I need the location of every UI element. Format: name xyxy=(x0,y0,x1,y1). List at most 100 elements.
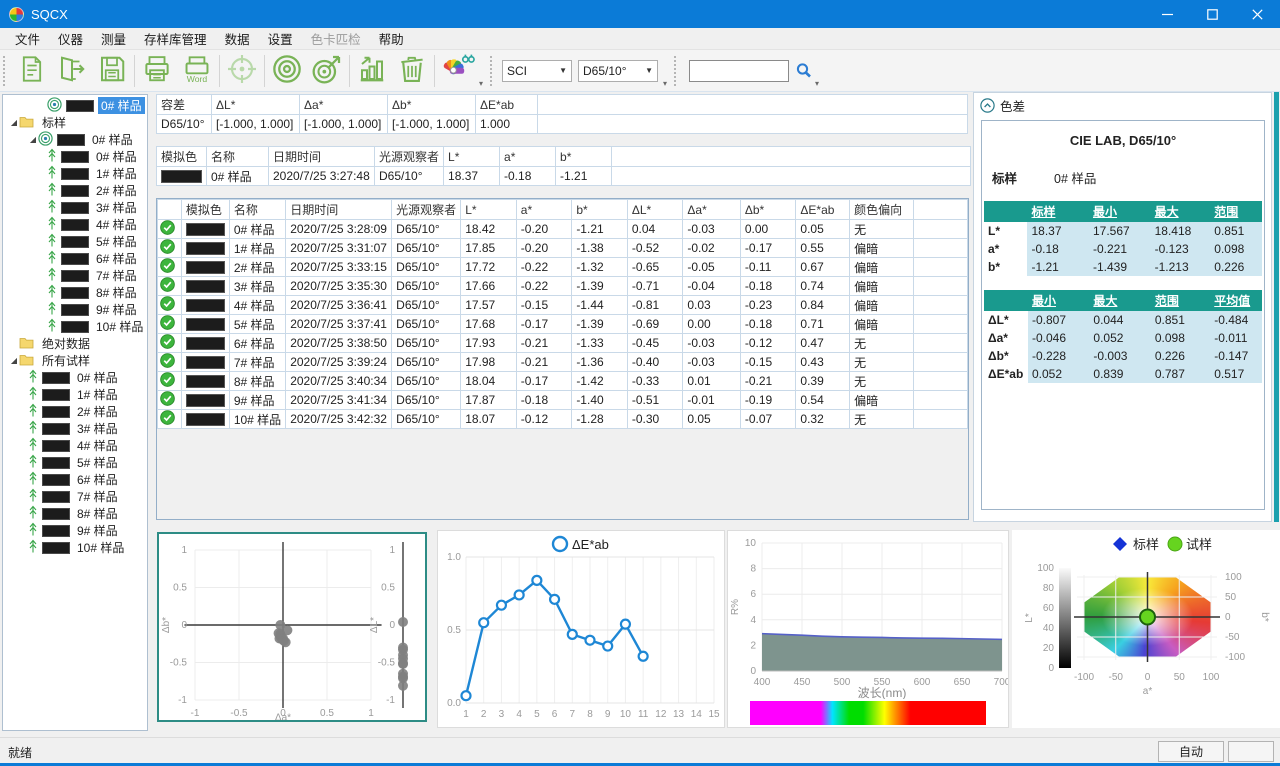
lab-stats-table-cell: L* xyxy=(984,222,1027,240)
menu-item-7[interactable]: 帮助 xyxy=(370,27,413,50)
toolbar-gripper[interactable] xyxy=(3,56,9,86)
svg-text:20: 20 xyxy=(1043,643,1055,654)
tree-item-sample-26[interactable]: 10# 样品 xyxy=(3,539,147,556)
tree-item-sample-12[interactable]: 9# 样品 xyxy=(3,301,147,318)
auto-mode-button[interactable]: 自动 xyxy=(1158,741,1224,762)
standard-target-button[interactable] xyxy=(267,52,307,90)
minimize-button[interactable] xyxy=(1145,0,1190,28)
menu-item-5[interactable]: 设置 xyxy=(259,27,302,50)
tree-expander-icon[interactable]: ◢ xyxy=(9,118,19,127)
tree-item-folder-14[interactable]: 绝对数据 xyxy=(3,335,147,352)
tree-item-sample-25[interactable]: 9# 样品 xyxy=(3,522,147,539)
save-button[interactable] xyxy=(92,52,132,90)
sample-arrow-icon xyxy=(47,301,59,319)
lab-gamut-chart-panel: 标样试样100806040200L*-100-50050100a*100500-… xyxy=(1012,530,1280,728)
sample-arrow-icon xyxy=(28,386,40,404)
svg-text:450: 450 xyxy=(794,677,811,688)
tree-item-sample-4[interactable]: 1# 样品 xyxy=(3,165,147,182)
new-document-button[interactable] xyxy=(12,52,52,90)
color-match-button[interactable] xyxy=(437,52,477,90)
sample-row-8[interactable]: 8# 样品2020/7/25 3:40:34D65/10°18.04-0.17-… xyxy=(158,372,968,391)
svg-text:50: 50 xyxy=(1174,672,1186,683)
svg-text:0: 0 xyxy=(181,620,187,631)
tree-item-sample-7[interactable]: 4# 样品 xyxy=(3,216,147,233)
close-button[interactable] xyxy=(1235,0,1280,28)
toolbar-gripper[interactable] xyxy=(674,56,680,86)
tree-item-sample-6[interactable]: 3# 样品 xyxy=(3,199,147,216)
tree-item-sample-13[interactable]: 10# 样品 xyxy=(3,318,147,335)
sample-row-5[interactable]: 5# 样品2020/7/25 3:37:41D65/10°17.68-0.17-… xyxy=(158,315,968,334)
delta-stats-table-header xyxy=(984,290,1028,311)
sample-row-10[interactable]: 10# 样品2020/7/25 3:42:32D65/10°18.07-0.12… xyxy=(158,410,968,429)
lab-stats-table-cell: a* xyxy=(984,240,1027,258)
tree-item-sample-5[interactable]: 2# 样品 xyxy=(3,182,147,199)
tree-item-sample-23[interactable]: 7# 样品 xyxy=(3,488,147,505)
search-input[interactable] xyxy=(689,60,789,82)
tree-item-sample-3[interactable]: 0# 样品 xyxy=(3,148,147,165)
tree-item-sample-18[interactable]: 2# 样品 xyxy=(3,403,147,420)
menu-item-2[interactable]: 测量 xyxy=(92,27,135,50)
menu-item-3[interactable]: 存样库管理 xyxy=(135,27,216,50)
maximize-button[interactable] xyxy=(1190,0,1235,28)
tree-item-sample-17[interactable]: 1# 样品 xyxy=(3,386,147,403)
tree-item-sample-22[interactable]: 6# 样品 xyxy=(3,471,147,488)
tree-item-standard-2[interactable]: ◢0# 样品 xyxy=(3,131,147,148)
print-button[interactable] xyxy=(137,52,177,90)
tree-item-folder-1[interactable]: ◢ 标样 xyxy=(3,114,147,131)
export-button[interactable] xyxy=(52,52,92,90)
tree-item-sample-9[interactable]: 6# 样品 xyxy=(3,250,147,267)
collapse-chevron-icon[interactable] xyxy=(980,98,995,113)
mode-select[interactable]: SCI▼ xyxy=(502,60,572,82)
tree-item-sample-21[interactable]: 5# 样品 xyxy=(3,454,147,471)
samples-header-cell: 名称 xyxy=(229,200,285,220)
tree-item-label: 10# 样品 xyxy=(74,539,127,556)
toolbar-gripper[interactable] xyxy=(490,56,496,86)
delta-stats-table-cell: 0.226 xyxy=(1151,347,1210,365)
menu-item-1[interactable]: 仪器 xyxy=(49,27,92,50)
sample-row-0[interactable]: 0# 样品2020/7/25 3:28:09D65/10°18.42-0.20-… xyxy=(158,220,968,239)
toolbar-overflow-icon[interactable]: ▾ xyxy=(663,79,667,88)
sample-arrow-icon xyxy=(47,250,59,268)
sample-target-button[interactable] xyxy=(307,52,347,90)
tree-item-sample-10[interactable]: 7# 样品 xyxy=(3,267,147,284)
tree-expander-icon[interactable]: ◢ xyxy=(28,135,38,144)
tolerance-cell: 1.000 xyxy=(476,115,538,134)
search-icon[interactable] xyxy=(789,58,813,83)
tree-item-folder-15[interactable]: ◢所有试样 xyxy=(3,352,147,369)
tree-item-label: 标样 xyxy=(39,114,69,131)
menu-item-4[interactable]: 数据 xyxy=(216,27,259,50)
sample-arrow-icon xyxy=(28,420,40,438)
tree-item-sample-24[interactable]: 8# 样品 xyxy=(3,505,147,522)
sample-row-3[interactable]: 3# 样品2020/7/25 3:35:30D65/10°17.66-0.22-… xyxy=(158,277,968,296)
measured-check-icon xyxy=(160,357,175,371)
delete-button[interactable] xyxy=(392,52,432,90)
toolbar-overflow-icon[interactable]: ▾ xyxy=(479,79,483,88)
sample-row-4[interactable]: 4# 样品2020/7/25 3:36:41D65/10°17.57-0.15-… xyxy=(158,296,968,315)
chart-button[interactable] xyxy=(352,52,392,90)
sample-row-2[interactable]: 2# 样品2020/7/25 3:33:15D65/10°17.72-0.22-… xyxy=(158,258,968,277)
sample-arrow-icon xyxy=(47,216,59,234)
svg-text:-50: -50 xyxy=(1109,672,1124,683)
illuminant-select[interactable]: D65/10°▼ xyxy=(578,60,658,82)
tree-item-sample-16[interactable]: 0# 样品 xyxy=(3,369,147,386)
toolbar-overflow-icon[interactable]: ▾ xyxy=(815,79,819,88)
standard-target-icon xyxy=(47,97,64,115)
tree-item-sample-11[interactable]: 8# 样品 xyxy=(3,284,147,301)
tree-item-standard-0[interactable]: 0# 样品 xyxy=(3,97,147,114)
tree-item-sample-8[interactable]: 5# 样品 xyxy=(3,233,147,250)
sample-row-9[interactable]: 9# 样品2020/7/25 3:41:34D65/10°17.87-0.18-… xyxy=(158,391,968,410)
export-word-button[interactable]: Word xyxy=(177,52,217,90)
sample-row-7[interactable]: 7# 样品2020/7/25 3:39:24D65/10°17.98-0.21-… xyxy=(158,353,968,372)
sample-row-1[interactable]: 1# 样品2020/7/25 3:31:07D65/10°17.85-0.20-… xyxy=(158,239,968,258)
color-swatch xyxy=(186,223,225,236)
tree-item-sample-19[interactable]: 3# 样品 xyxy=(3,420,147,437)
sample-row-6[interactable]: 6# 样品2020/7/25 3:38:50D65/10°17.93-0.21-… xyxy=(158,334,968,353)
svg-text:2: 2 xyxy=(481,709,487,720)
standard-row[interactable]: 0# 样品2020/7/25 3:27:48D65/10°18.37-0.18-… xyxy=(157,167,971,186)
svg-text:8: 8 xyxy=(587,709,593,720)
menu-item-0[interactable]: 文件 xyxy=(6,27,49,50)
tree-item-sample-20[interactable]: 4# 样品 xyxy=(3,437,147,454)
tree-expander-icon[interactable]: ◢ xyxy=(9,356,19,365)
calibrate-target-button xyxy=(222,52,262,90)
right-panel-scrollbar[interactable] xyxy=(1274,92,1279,522)
